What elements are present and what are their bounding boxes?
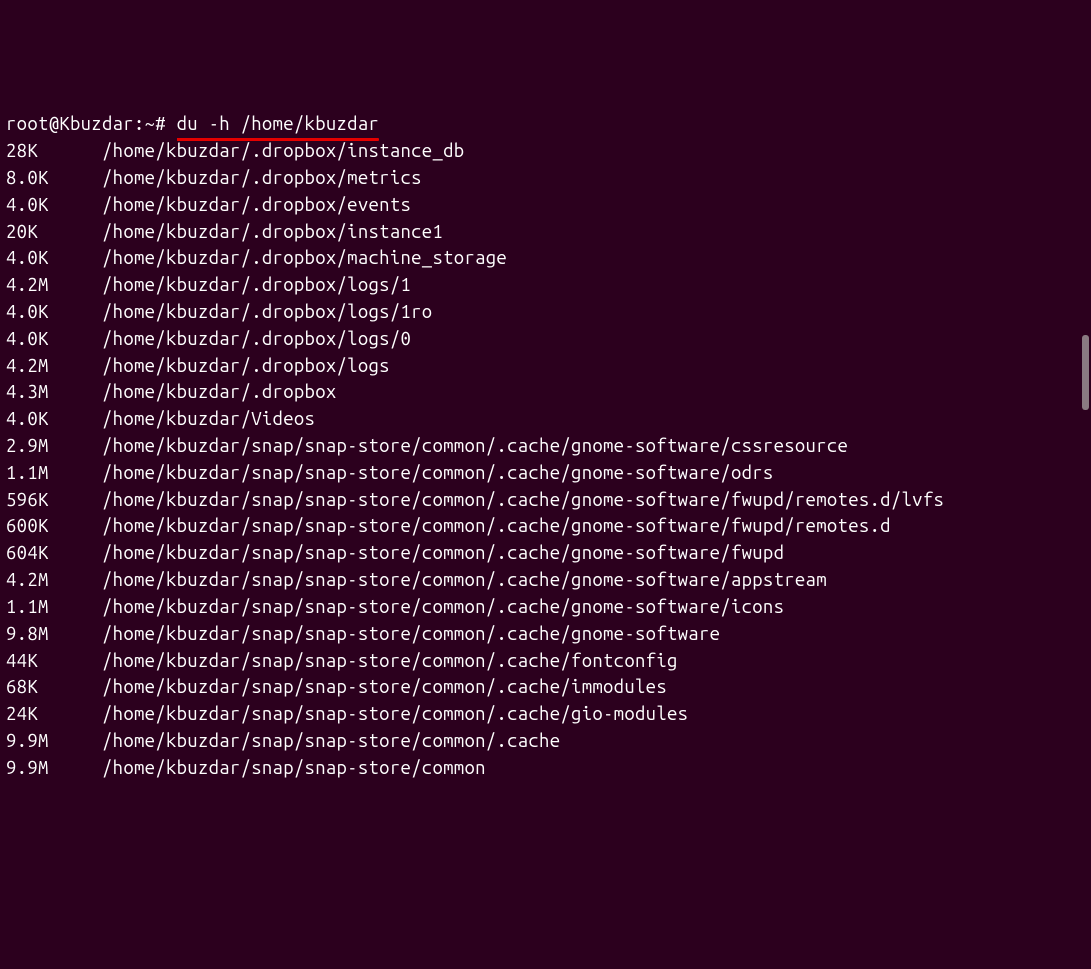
du-size: 8.0K (6, 165, 102, 192)
du-size: 44K (6, 648, 102, 675)
du-path: /home/kbuzdar/.dropbox/logs (102, 356, 390, 376)
du-output-block: 28K/home/kbuzdar/.dropbox/instance_db8.0… (6, 138, 1085, 782)
prompt-line: root@Kbuzdar:~# du -h /home/kbuzdar (6, 114, 379, 134)
du-row: 9.9M/home/kbuzdar/snap/snap-store/common… (6, 728, 1085, 755)
command-text: du -h /home/kbuzdar (177, 111, 380, 138)
du-row: 4.0K/home/kbuzdar/Videos (6, 406, 1085, 433)
du-row: 9.8M/home/kbuzdar/snap/snap-store/common… (6, 621, 1085, 648)
du-row: 4.0K/home/kbuzdar/.dropbox/logs/0 (6, 326, 1085, 353)
prompt-sep2: # (155, 114, 166, 134)
du-row: 4.2M/home/kbuzdar/snap/snap-store/common… (6, 567, 1085, 594)
du-size: 9.9M (6, 728, 102, 755)
du-path: /home/kbuzdar/snap/snap-store/common/.ca… (102, 597, 784, 617)
du-size: 20K (6, 219, 102, 246)
du-row: 4.0K/home/kbuzdar/.dropbox/machine_stora… (6, 245, 1085, 272)
du-path: /home/kbuzdar/snap/snap-store/common/.ca… (102, 463, 774, 483)
du-path: /home/kbuzdar/snap/snap-store/common/.ca… (102, 677, 667, 697)
du-path: /home/kbuzdar/.dropbox/instance_db (102, 141, 464, 161)
prompt-user-host: root@Kbuzdar (6, 114, 134, 134)
du-row: 4.2M/home/kbuzdar/.dropbox/logs/1 (6, 272, 1085, 299)
du-path: /home/kbuzdar/snap/snap-store/common/.ca… (102, 516, 891, 536)
annotation-underline-icon (177, 138, 380, 141)
du-row: 596K/home/kbuzdar/snap/snap-store/common… (6, 487, 1085, 514)
du-path: /home/kbuzdar/snap/snap-store/common (102, 758, 486, 778)
du-row: 4.2M/home/kbuzdar/.dropbox/logs (6, 353, 1085, 380)
du-row: 9.9M/home/kbuzdar/snap/snap-store/common (6, 755, 1085, 782)
du-size: 4.0K (6, 299, 102, 326)
du-row: 2.9M/home/kbuzdar/snap/snap-store/common… (6, 433, 1085, 460)
du-path: /home/kbuzdar/snap/snap-store/common/.ca… (102, 570, 827, 590)
terminal-output[interactable]: root@Kbuzdar:~# du -h /home/kbuzdar 28K/… (6, 111, 1085, 781)
du-path: /home/kbuzdar/snap/snap-store/common/.ca… (102, 490, 944, 510)
du-path: /home/kbuzdar/snap/snap-store/common/.ca… (102, 624, 720, 644)
du-path: /home/kbuzdar/.dropbox (102, 382, 337, 402)
du-row: 28K/home/kbuzdar/.dropbox/instance_db (6, 138, 1085, 165)
du-row: 4.3M/home/kbuzdar/.dropbox (6, 379, 1085, 406)
du-size: 1.1M (6, 594, 102, 621)
du-size: 4.0K (6, 192, 102, 219)
du-row: 1.1M/home/kbuzdar/snap/snap-store/common… (6, 594, 1085, 621)
du-path: /home/kbuzdar/Videos (102, 409, 315, 429)
du-size: 9.8M (6, 621, 102, 648)
du-size: 9.9M (6, 755, 102, 782)
du-row: 4.0K/home/kbuzdar/.dropbox/events (6, 192, 1085, 219)
du-path: /home/kbuzdar/snap/snap-store/common/.ca… (102, 704, 688, 724)
du-row: 20K/home/kbuzdar/.dropbox/instance1 (6, 219, 1085, 246)
du-size: 1.1M (6, 460, 102, 487)
du-path: /home/kbuzdar/.dropbox/instance1 (102, 222, 443, 242)
du-row: 8.0K/home/kbuzdar/.dropbox/metrics (6, 165, 1085, 192)
du-path: /home/kbuzdar/.dropbox/machine_storage (102, 248, 507, 268)
du-path: /home/kbuzdar/.dropbox/logs/1 (102, 275, 411, 295)
du-path: /home/kbuzdar/.dropbox/events (102, 195, 411, 215)
du-size: 68K (6, 674, 102, 701)
du-path: /home/kbuzdar/snap/snap-store/common/.ca… (102, 543, 784, 563)
du-row: 1.1M/home/kbuzdar/snap/snap-store/common… (6, 460, 1085, 487)
prompt-cwd: ~ (145, 114, 156, 134)
du-size: 4.3M (6, 379, 102, 406)
du-row: 600K/home/kbuzdar/snap/snap-store/common… (6, 513, 1085, 540)
du-size: 4.2M (6, 567, 102, 594)
du-path: /home/kbuzdar/snap/snap-store/common/.ca… (102, 651, 678, 671)
du-path: /home/kbuzdar/.dropbox/logs/1ro (102, 302, 432, 322)
prompt-sep1: : (134, 114, 145, 134)
du-size: 28K (6, 138, 102, 165)
du-row: 68K/home/kbuzdar/snap/snap-store/common/… (6, 674, 1085, 701)
du-path: /home/kbuzdar/snap/snap-store/common/.ca… (102, 731, 560, 751)
du-row: 604K/home/kbuzdar/snap/snap-store/common… (6, 540, 1085, 567)
du-size: 2.9M (6, 433, 102, 460)
du-size: 4.2M (6, 353, 102, 380)
du-size: 4.0K (6, 245, 102, 272)
du-row: 44K/home/kbuzdar/snap/snap-store/common/… (6, 648, 1085, 675)
du-size: 4.0K (6, 326, 102, 353)
du-size: 604K (6, 540, 102, 567)
du-size: 596K (6, 487, 102, 514)
du-row: 4.0K/home/kbuzdar/.dropbox/logs/1ro (6, 299, 1085, 326)
scrollbar-thumb[interactable] (1082, 335, 1089, 410)
du-size: 600K (6, 513, 102, 540)
du-path: /home/kbuzdar/.dropbox/logs/0 (102, 329, 411, 349)
du-size: 4.0K (6, 406, 102, 433)
du-size: 4.2M (6, 272, 102, 299)
du-path: /home/kbuzdar/.dropbox/metrics (102, 168, 422, 188)
du-path: /home/kbuzdar/snap/snap-store/common/.ca… (102, 436, 848, 456)
